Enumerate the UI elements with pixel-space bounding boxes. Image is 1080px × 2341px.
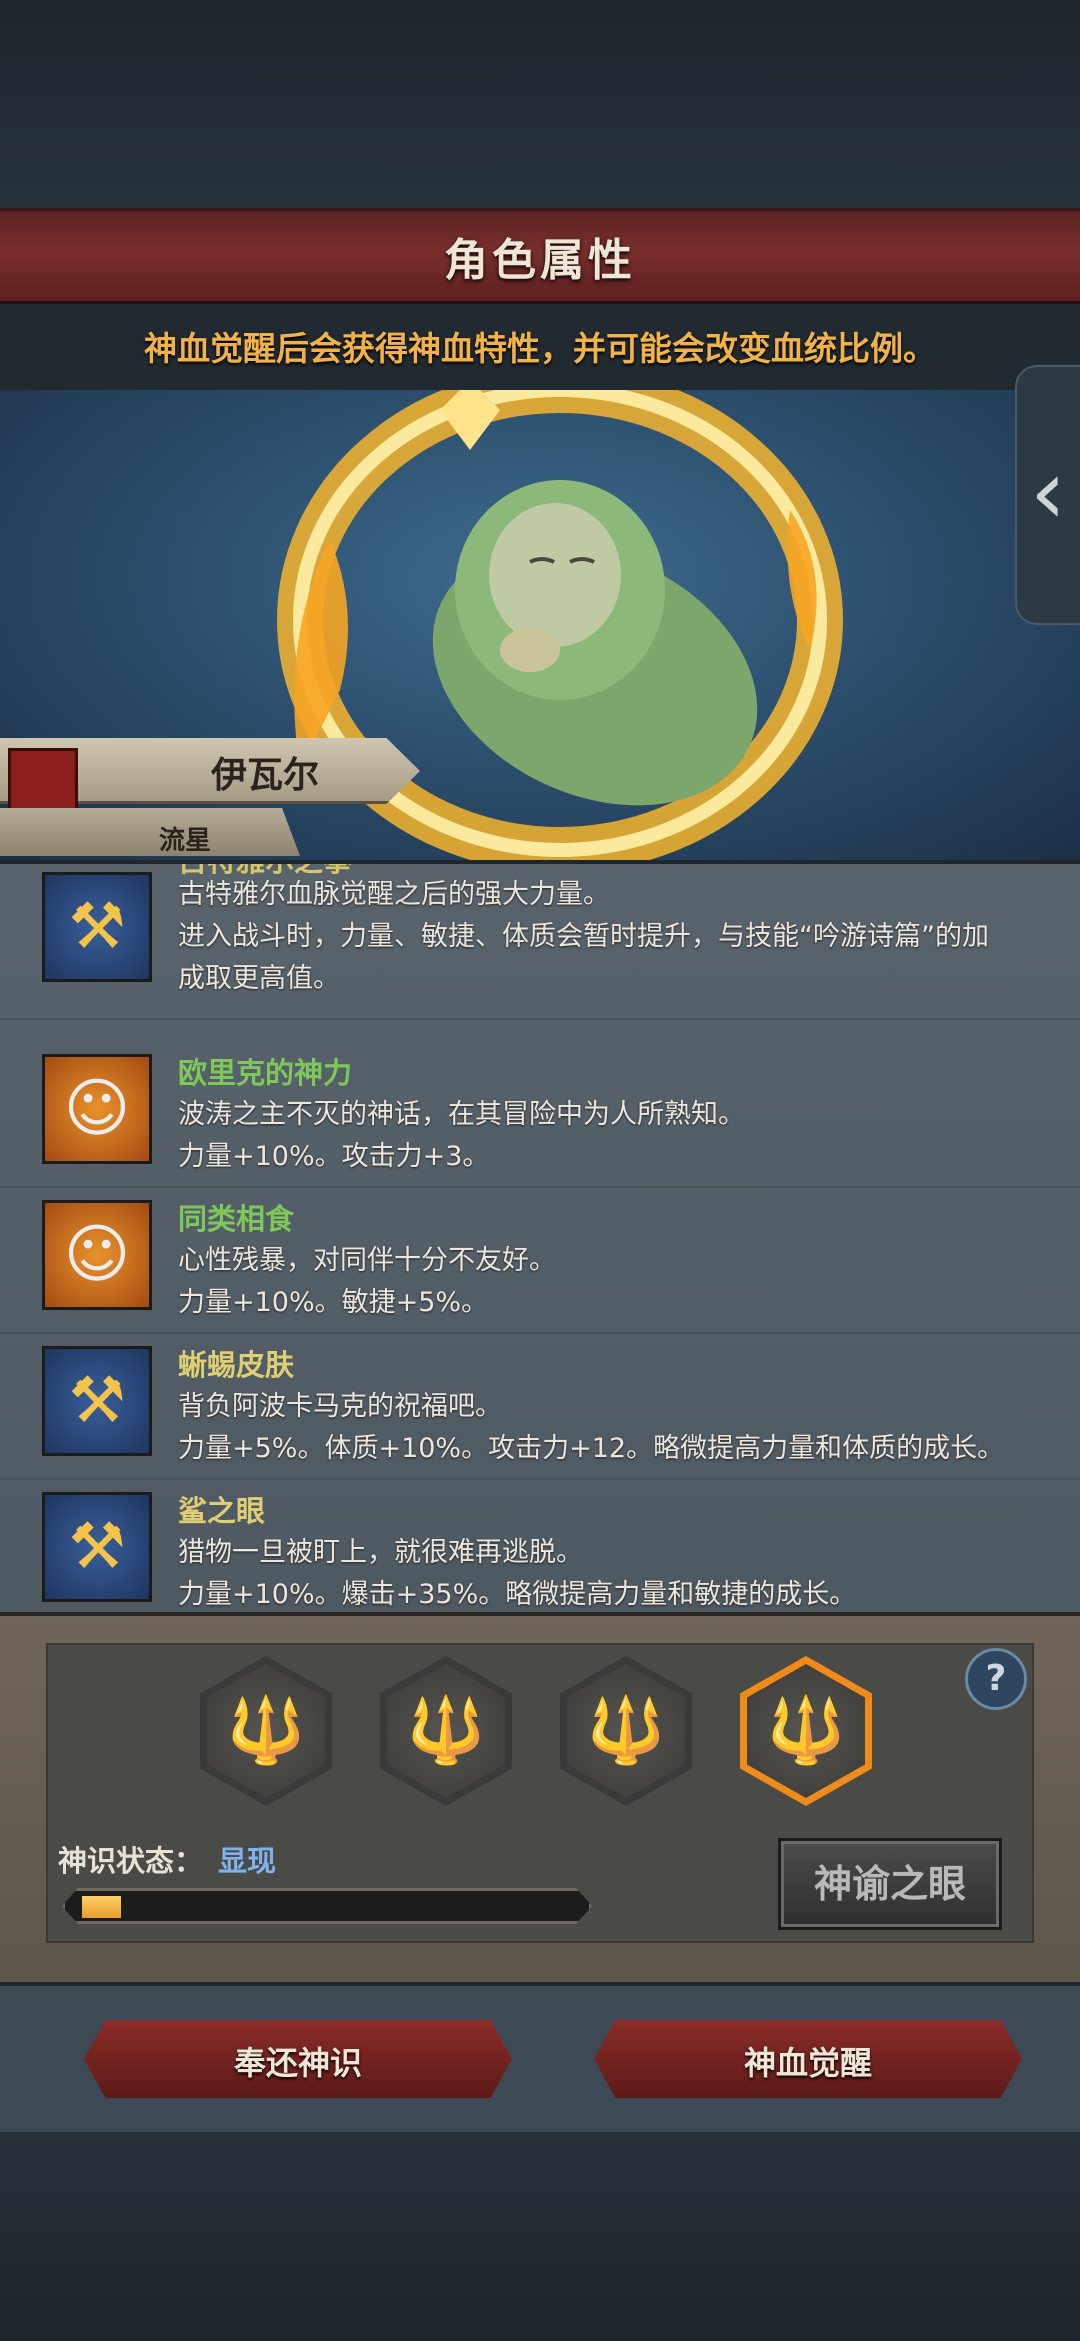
divine-state-value: 显现 — [218, 1844, 277, 1878]
blood-awaken-label: 神血觉醒 — [743, 2044, 872, 2082]
divine-progress-track — [62, 1888, 592, 1924]
golden-axe-icon: ⚒ — [42, 872, 152, 982]
oracle-eye-button[interactable]: 神谕之眼 — [778, 1838, 1002, 1930]
trait-name: 鲨之眼 — [178, 1494, 266, 1528]
return-divine-sense-label: 奉还神识 — [233, 2044, 362, 2082]
trait-name: 欧里克的神力 — [178, 1056, 353, 1090]
trait-item[interactable]: ☺ 同类相食 心性残暴，对同伴十分不友好。 力量+10%。敏捷+5%。 — [0, 1188, 1080, 1334]
help-button[interactable]: ? — [965, 1648, 1027, 1710]
trait-desc-line: 古特雅尔血脉觉醒之后的强大力量。 — [178, 879, 610, 910]
trait-item[interactable]: ⚒ 鲨之眼 猎物一旦被盯上，就很难再逃脱。 力量+10%。爆击+35%。略微提高… — [0, 1480, 1080, 1612]
trait-name: 蜥蜴皮肤 — [178, 1348, 295, 1382]
divine-progress-fill — [82, 1896, 121, 1918]
flaming-trident-icon: 🔱 — [747, 1664, 865, 1798]
trait-desc-line: 力量+10%。爆击+35%。略微提高力量和敏捷的成长。 — [178, 1579, 857, 1610]
trait-name: 同类相食 — [178, 1202, 295, 1236]
trait-desc-line: 力量+5%。体质+10%。攻击力+12。略微提高力量和体质的成长。 — [178, 1433, 1005, 1464]
flaming-trident-icon: 🔱 — [387, 1664, 505, 1798]
page-title: 角色属性 — [444, 235, 636, 286]
top-background — [0, 0, 1080, 210]
trait-desc-line: 猎物一旦被盯上，就很难再逃脱。 — [178, 1537, 583, 1568]
trait-item[interactable]: ⚒ 古特雅尔之拳 古特雅尔血脉觉醒之后的强大力量。 进入战斗时，力量、敏捷、体质… — [0, 864, 1080, 1020]
divine-state-label: 神识状态： — [58, 1844, 204, 1878]
character-name: 伊瓦尔 — [210, 755, 319, 796]
bottom-background — [0, 2132, 1080, 2341]
trait-list[interactable]: ⚒ 古特雅尔之拳 古特雅尔血脉觉醒之后的强大力量。 进入战斗时，力量、敏捷、体质… — [0, 860, 1080, 1612]
character-epithet: 流星 — [158, 826, 211, 856]
trait-desc-line: 波涛之主不灭的神话，在其冒险中为人所熟知。 — [178, 1099, 745, 1130]
subtitle-text: 神血觉醒后会获得神血特性，并可能会改变血统比例。 — [144, 329, 936, 368]
golden-axe-icon: ⚒ — [42, 1346, 152, 1456]
trait-desc-line: 进入战斗时，力量、敏捷、体质会暂时提升，与技能“吟游诗篇”的加 — [178, 921, 989, 952]
trait-desc-line: 力量+10%。攻击力+3。 — [178, 1141, 490, 1172]
trait-desc-line: 成取更高值。 — [178, 963, 340, 994]
trait-item[interactable]: ⚒ 蜥蜴皮肤 背负阿波卡马克的祝福吧。 力量+5%。体质+10%。攻击力+12。… — [0, 1334, 1080, 1480]
golden-axe-icon: ⚒ — [42, 1492, 152, 1602]
flaming-trident-icon: 🔱 — [567, 1664, 685, 1798]
trait-desc-line: 背负阿波卡马克的祝福吧。 — [178, 1391, 502, 1422]
smiling-face-icon: ☺ — [42, 1054, 152, 1164]
trait-desc-line: 心性残暴，对同伴十分不友好。 — [178, 1245, 556, 1276]
chevron-left-icon[interactable]: ‹ — [1030, 440, 1066, 545]
trait-item[interactable]: ☺ 欧里克的神力 波涛之主不灭的神话，在其冒险中为人所熟知。 力量+10%。攻击… — [0, 1042, 1080, 1188]
flaming-trident-icon: 🔱 — [207, 1664, 325, 1798]
trait-desc-line: 力量+10%。敏捷+5%。 — [178, 1287, 489, 1318]
smiling-face-icon: ☺ — [42, 1200, 152, 1310]
